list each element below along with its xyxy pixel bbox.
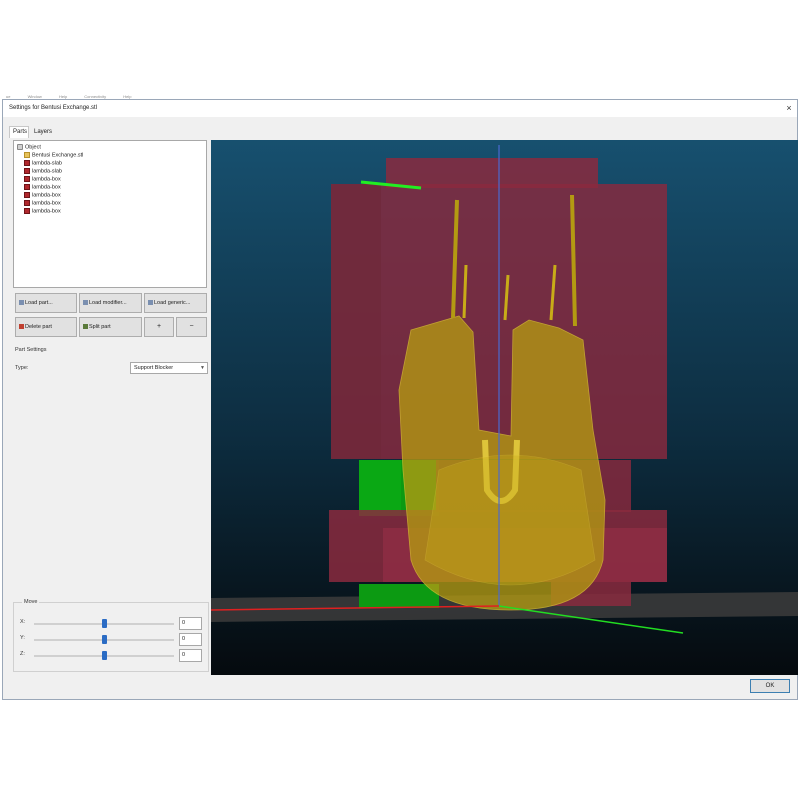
settings-dialog: Settings for Bentusi Exchange.stl × Part…	[2, 99, 798, 700]
load-part-label: Load part...	[25, 300, 53, 306]
tree-root[interactable]: Object	[17, 144, 41, 151]
part-icon	[24, 200, 30, 206]
type-select[interactable]: Support Blocker ▼	[130, 362, 208, 374]
folder-icon	[24, 152, 30, 158]
tree-part[interactable]: lambda-box	[24, 192, 61, 199]
tree-part-label: lambda-box	[32, 176, 61, 183]
load-part-button[interactable]: Load part...	[15, 293, 77, 313]
model-base-arc	[424, 454, 596, 586]
part-icon	[24, 208, 30, 214]
tree-part[interactable]: lambda-slab	[24, 160, 62, 167]
z-value-input[interactable]: 0	[179, 649, 202, 662]
x-value-input[interactable]: 0	[179, 617, 202, 630]
tree-part-label: lambda-box	[32, 184, 61, 191]
part-icon	[24, 192, 30, 198]
tree-part-label: lambda-slab	[32, 160, 62, 167]
tree-part-label: lambda-box	[32, 192, 61, 199]
part-settings-heading: Part Settings	[15, 347, 47, 353]
part-icon	[24, 168, 30, 174]
3d-scene	[211, 140, 798, 675]
title-bar: Settings for Bentusi Exchange.stl ×	[3, 100, 797, 117]
type-select-value: Support Blocker	[134, 365, 174, 371]
dialog-title: Settings for Bentusi Exchange.stl	[9, 105, 98, 111]
load-modifier-button[interactable]: Load modifier...	[79, 293, 142, 313]
remove-instance-button[interactable]: −	[176, 317, 207, 337]
delete-icon	[19, 324, 24, 330]
3d-preview-viewport[interactable]	[211, 140, 798, 675]
tree-part[interactable]: lambda-box	[24, 200, 61, 207]
load-icon	[83, 300, 88, 306]
chevron-down-icon: ▼	[200, 365, 205, 371]
tree-part[interactable]: lambda-box	[24, 208, 61, 215]
part-icon	[24, 160, 30, 166]
part-icon	[24, 176, 30, 182]
load-icon	[19, 300, 24, 306]
delete-part-button[interactable]: Delete part	[15, 317, 77, 337]
tree-part[interactable]: lambda-box	[24, 184, 61, 191]
parts-tree[interactable]: Object Bentusi Exchange.stl lambda-slab …	[13, 140, 207, 288]
load-generic-button[interactable]: Load generic...	[144, 293, 207, 313]
tree-part-label: lambda-box	[32, 200, 61, 207]
split-part-label: Split part	[89, 324, 111, 330]
z-label: Z:	[20, 651, 25, 657]
x-slider-thumb[interactable]	[102, 619, 107, 628]
ok-button[interactable]: OK	[750, 679, 790, 693]
move-legend: Move	[22, 599, 40, 605]
tree-object-label: Bentusi Exchange.stl	[32, 152, 84, 159]
tree-part[interactable]: lambda-box	[24, 176, 61, 183]
tree-object[interactable]: Bentusi Exchange.stl	[24, 152, 83, 159]
tree-part[interactable]: lambda-slab	[24, 168, 62, 175]
delete-part-label: Delete part	[25, 324, 52, 330]
tree-part-label: lambda-box	[32, 208, 61, 215]
load-modifier-label: Load modifier...	[89, 300, 127, 306]
type-label: Type:	[15, 365, 29, 371]
y-label: Y:	[20, 635, 25, 641]
blocker-top-box	[386, 158, 598, 188]
z-slider-thumb[interactable]	[102, 651, 107, 660]
split-icon	[83, 324, 88, 330]
x-label: X:	[20, 619, 26, 625]
close-icon[interactable]: ×	[783, 102, 795, 114]
tab-layers[interactable]: Layers	[31, 127, 53, 137]
tab-parts[interactable]: Parts	[9, 126, 29, 138]
tree-part-label: lambda-slab	[32, 168, 62, 175]
load-generic-label: Load generic...	[154, 300, 191, 306]
blocker-main-side	[331, 184, 381, 459]
move-group: Move X: 0 Y: 0 Z: 0	[13, 599, 209, 672]
add-instance-button[interactable]: +	[144, 317, 174, 337]
load-icon	[148, 300, 153, 306]
part-icon	[24, 184, 30, 190]
tree-root-label: Object	[25, 144, 41, 151]
object-icon	[17, 144, 23, 150]
green-part-upper-side	[359, 460, 401, 516]
model-spike	[462, 264, 468, 319]
y-slider-thumb[interactable]	[102, 635, 107, 644]
green-part-lower	[359, 584, 439, 608]
y-value-input[interactable]: 0	[179, 633, 202, 646]
split-part-button[interactable]: Split part	[79, 317, 142, 337]
